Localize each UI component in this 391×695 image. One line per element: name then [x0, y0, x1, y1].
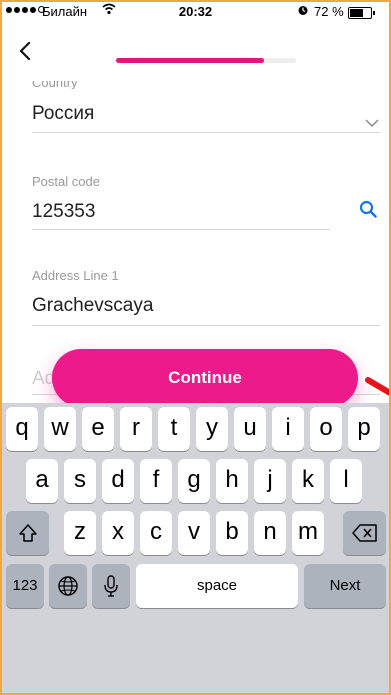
progress-bar — [116, 58, 296, 63]
key-t[interactable]: t — [158, 407, 190, 451]
postal-code-value[interactable]: 125353 — [32, 201, 95, 223]
shift-key[interactable] — [6, 511, 49, 555]
globe-icon[interactable] — [49, 564, 87, 608]
key-u[interactable]: u — [234, 407, 266, 451]
key-j[interactable]: j — [254, 459, 286, 503]
status-bar: Билайн 20:32 72 % — [2, 2, 389, 22]
key-f[interactable]: f — [140, 459, 172, 503]
key-k[interactable]: k — [292, 459, 324, 503]
key-g[interactable]: g — [178, 459, 210, 503]
key-s[interactable]: s — [64, 459, 96, 503]
key-r[interactable]: r — [120, 407, 152, 451]
continue-button[interactable]: Continue — [52, 349, 358, 407]
key-v[interactable]: v — [178, 511, 210, 555]
key-d[interactable]: d — [102, 459, 134, 503]
key-l[interactable]: l — [330, 459, 362, 503]
alarm-icon — [297, 4, 309, 19]
screen: Билайн 20:32 72 % Country Россия Postal … — [0, 0, 391, 695]
key-c[interactable]: c — [140, 511, 172, 555]
key-i[interactable]: i — [272, 407, 304, 451]
space-key[interactable]: space — [136, 564, 298, 608]
next-key[interactable]: Next — [304, 564, 386, 608]
battery-percent: 72 % — [314, 4, 344, 19]
address-line-1-value[interactable]: Grachevscaya — [32, 295, 153, 317]
key-p[interactable]: p — [348, 407, 380, 451]
back-chevron-icon[interactable] — [18, 41, 32, 61]
keyboard: 123 space Next qwertyuiop asdfghjkl zxcvbn… — [2, 403, 389, 693]
battery-icon — [348, 7, 375, 19]
numbers-key[interactable]: 123 — [6, 564, 44, 608]
key-e[interactable]: e — [82, 407, 114, 451]
postal-code-field[interactable]: Postal code 125353 — [32, 174, 380, 234]
key-x[interactable]: x — [102, 511, 134, 555]
address-line-1-label: Address Line 1 — [32, 268, 119, 283]
key-y[interactable]: y — [196, 407, 228, 451]
backspace-key[interactable] — [343, 511, 386, 555]
microphone-icon[interactable] — [92, 564, 130, 608]
red-arrow-icon — [364, 372, 389, 402]
key-z[interactable]: z — [64, 511, 96, 555]
key-w[interactable]: w — [44, 407, 76, 451]
key-q[interactable]: q — [6, 407, 38, 451]
key-n[interactable]: n — [254, 511, 286, 555]
country-label: Country — [32, 81, 78, 89]
key-b[interactable]: b — [216, 511, 248, 555]
key-m[interactable]: m — [292, 511, 324, 555]
key-a[interactable]: a — [26, 459, 58, 503]
address-line-1-field[interactable]: Address Line 1 Grachevscaya — [32, 268, 380, 328]
chevron-down-icon[interactable] — [365, 114, 379, 128]
search-icon[interactable] — [359, 200, 377, 218]
progress-bar-fill — [116, 58, 264, 63]
country-value: Россия — [32, 103, 95, 124]
country-field[interactable]: Country Россия — [32, 81, 380, 136]
postal-code-label: Postal code — [32, 174, 100, 189]
key-o[interactable]: o — [310, 407, 342, 451]
key-h[interactable]: h — [216, 459, 248, 503]
